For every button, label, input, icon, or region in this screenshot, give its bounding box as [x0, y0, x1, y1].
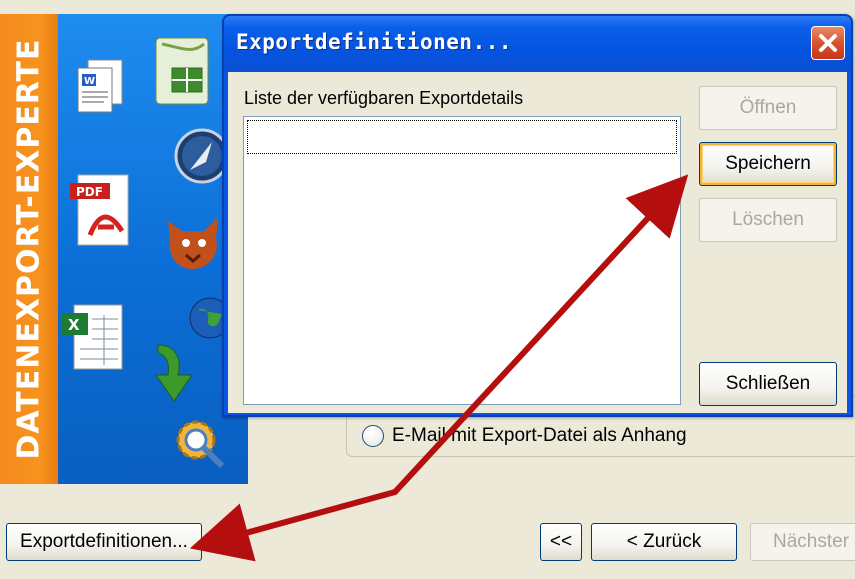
svg-text:W: W [84, 76, 95, 87]
back-button[interactable]: < Zurück [591, 523, 737, 561]
dialog-close-button[interactable] [811, 26, 845, 60]
pdf-icon: PDF [70, 174, 129, 246]
excel-icon: X [62, 304, 123, 370]
svg-text:PDF: PDF [76, 185, 103, 199]
banner-orange-strip: DATENEXPORT-EXPERTE [0, 14, 58, 484]
listbox-focus-item[interactable] [247, 120, 677, 154]
export-details-listbox[interactable] [243, 116, 681, 405]
dialog-client-area: Liste der verfügbaren Exportdetails Öffn… [228, 72, 847, 413]
save-button[interactable]: Speichern [699, 142, 837, 186]
green-arrow-icon [155, 344, 193, 402]
banner-title: DATENEXPORT-EXPERTE [11, 38, 47, 460]
gear-search-icon [176, 420, 225, 469]
svg-text:X: X [68, 316, 80, 334]
firefox-icon [168, 217, 218, 269]
export-list-label: Liste der verfügbaren Exportdetails [244, 88, 524, 108]
wizard-side-banner: DATENEXPORT-EXPERTE W PDF X [0, 14, 248, 484]
next-button: Nächster [750, 523, 855, 561]
email-attachment-label: E-Mail mit Export-Datei als Anhang [392, 425, 687, 446]
email-attachment-radio[interactable] [362, 425, 384, 447]
close-icon [819, 34, 837, 52]
export-definitions-button-visible[interactable]: Exportdefinitionen... [6, 523, 202, 561]
spreadsheet-icon [155, 37, 209, 105]
open-button: Öffnen [699, 86, 837, 130]
export-definitions-dialog: Exportdefinitionen... Liste der verfügba… [222, 14, 853, 417]
word-document-icon: W [77, 59, 123, 113]
dialog-title: Exportdefinitionen... [236, 30, 513, 54]
dialog-titlebar[interactable]: Exportdefinitionen... [224, 16, 851, 72]
delete-button: Löschen [699, 198, 837, 242]
close-dialog-button[interactable]: Schließen [699, 362, 837, 406]
compass-icon [174, 128, 228, 184]
first-page-button-visible[interactable]: << [540, 523, 582, 561]
